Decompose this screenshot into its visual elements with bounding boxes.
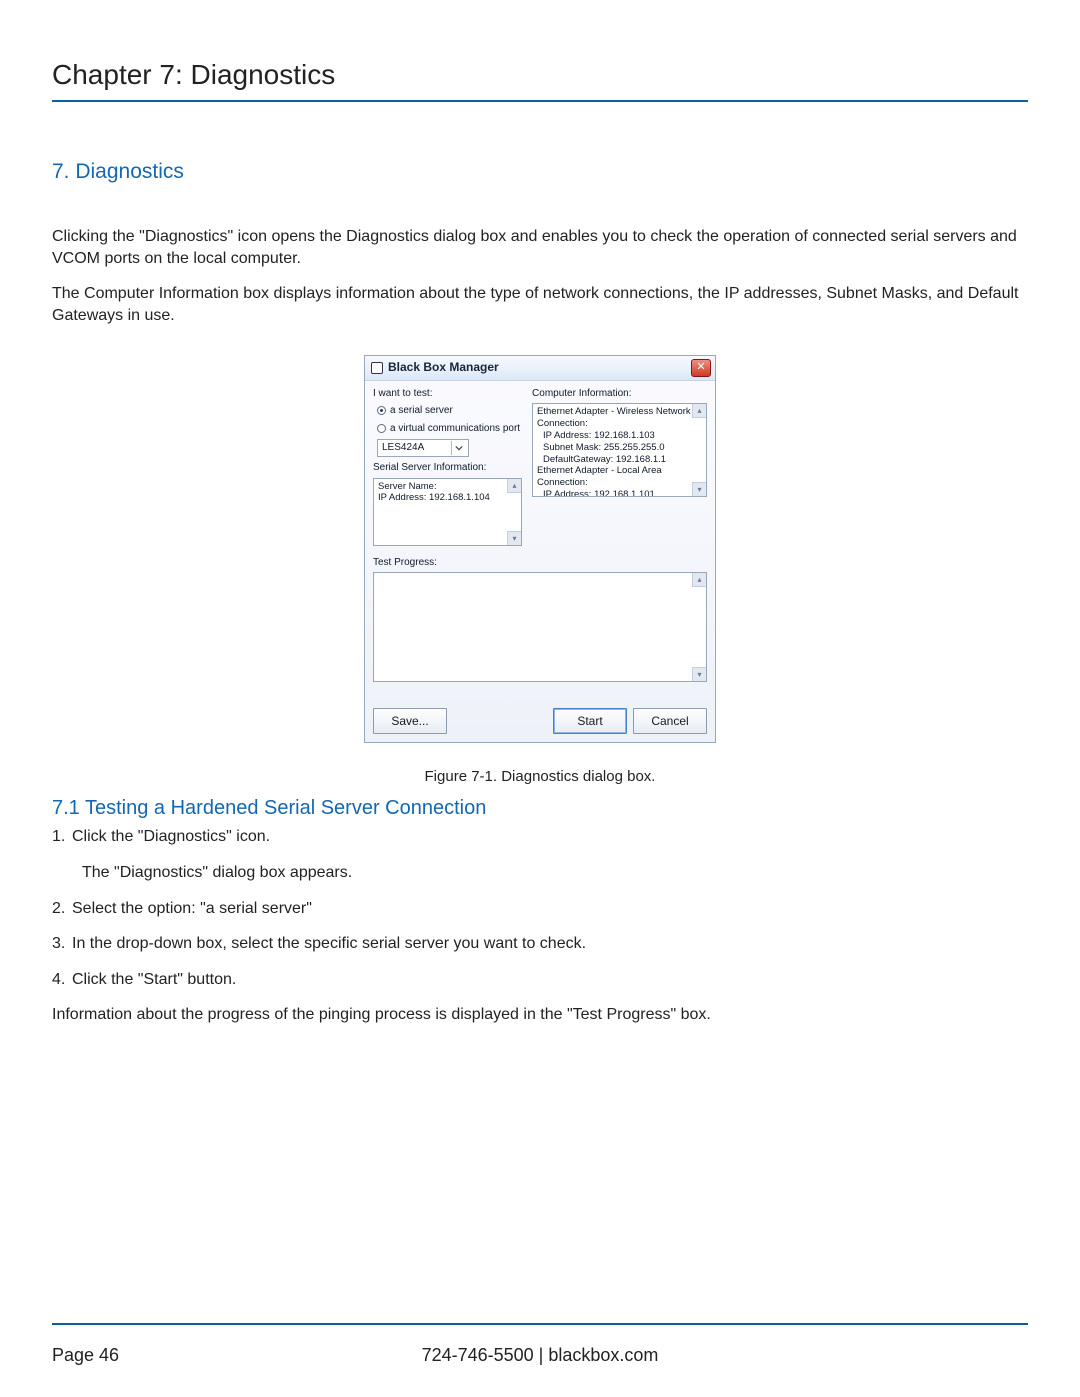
- scroll-down-icon[interactable]: ▾: [692, 482, 706, 496]
- radio-label: a serial server: [390, 404, 453, 418]
- close-icon[interactable]: ✕: [691, 359, 711, 377]
- info-line: Ethernet Adapter - Local Area Connection…: [537, 465, 702, 489]
- start-button[interactable]: Start: [553, 708, 627, 734]
- section-title: 7. Diagnostics: [52, 158, 1028, 186]
- scroll-up-icon[interactable]: ▴: [507, 479, 521, 493]
- radio-label: a virtual communications port: [390, 422, 520, 436]
- step-text: Click the "Diagnostics" icon.: [72, 828, 270, 845]
- serial-server-info-box: Server Name: IP Address: 192.168.1.104 ▴…: [373, 478, 522, 546]
- diagnostics-dialog: Black Box Manager ✕ I want to test: a se…: [364, 355, 716, 744]
- dialog-title: Black Box Manager: [388, 359, 499, 375]
- info-line: IP Address: 192.168.1.101: [537, 489, 702, 497]
- radio-icon: [377, 406, 386, 415]
- steps-list: Click the "Diagnostics" icon. The "Diagn…: [52, 826, 1028, 990]
- step-text: Select the option: "a serial server": [72, 900, 312, 917]
- scroll-up-icon[interactable]: ▴: [692, 404, 706, 418]
- cancel-button[interactable]: Cancel: [633, 708, 707, 734]
- serial-server-info-label: Serial Server Information:: [373, 461, 522, 475]
- body-paragraph: The Computer Information box displays in…: [52, 283, 1028, 326]
- save-button[interactable]: Save...: [373, 708, 447, 734]
- app-icon: [371, 362, 383, 374]
- test-progress-box: ▴ ▾: [373, 572, 707, 682]
- footer-rule: [52, 1323, 1028, 1325]
- body-paragraph: Clicking the "Diagnostics" icon opens th…: [52, 226, 1028, 269]
- info-line: Subnet Mask: 255.255.255.0: [537, 442, 702, 454]
- dialog-titlebar: Black Box Manager ✕: [365, 356, 715, 381]
- i-want-to-test-label: I want to test:: [373, 387, 522, 401]
- computer-info-box: Ethernet Adapter - Wireless Network Conn…: [532, 403, 707, 497]
- scroll-down-icon[interactable]: ▾: [692, 667, 706, 681]
- step-item: Click the "Diagnostics" icon. The "Diagn…: [52, 826, 1028, 883]
- test-progress-label: Test Progress:: [373, 556, 707, 570]
- step-item: In the drop-down box, select the specifi…: [52, 933, 1028, 955]
- info-line: IP Address: 192.168.1.104: [378, 492, 517, 504]
- scroll-down-icon[interactable]: ▾: [507, 531, 521, 545]
- radio-vcom-port[interactable]: a virtual communications port: [377, 422, 522, 436]
- footer-center: 724-746-5500 | blackbox.com: [52, 1343, 1028, 1367]
- figure-dialog: Black Box Manager ✕ I want to test: a se…: [52, 355, 1028, 744]
- chapter-rule: [52, 100, 1028, 102]
- figure-caption: Figure 7-1. Diagnostics dialog box.: [52, 767, 1028, 787]
- step-item: Click the "Start" button.: [52, 969, 1028, 991]
- server-dropdown[interactable]: LES424A: [377, 439, 469, 457]
- scroll-up-icon[interactable]: ▴: [692, 573, 706, 587]
- radio-serial-server[interactable]: a serial server: [377, 404, 522, 418]
- radio-icon: [377, 424, 386, 433]
- body-paragraph: Information about the progress of the pi…: [52, 1004, 1028, 1026]
- chapter-title: Chapter 7: Diagnostics: [52, 56, 1028, 94]
- subsection-title: 7.1 Testing a Hardened Serial Server Con…: [52, 795, 1028, 822]
- chevron-down-icon: [451, 441, 466, 455]
- info-line: Server Name:: [378, 481, 517, 493]
- page-footer: Page 46 724-746-5500 | blackbox.com .: [52, 1343, 1028, 1367]
- step-text: Click the "Start" button.: [72, 971, 236, 988]
- info-line: Ethernet Adapter - Wireless Network Conn…: [537, 406, 702, 430]
- info-line: DefaultGateway: 192.168.1.1: [537, 454, 702, 466]
- step-subtext: The "Diagnostics" dialog box appears.: [82, 862, 1028, 884]
- step-text: In the drop-down box, select the specifi…: [72, 935, 586, 952]
- step-item: Select the option: "a serial server": [52, 898, 1028, 920]
- info-line: IP Address: 192.168.1.103: [537, 430, 702, 442]
- dropdown-value: LES424A: [382, 441, 424, 455]
- computer-info-label: Computer Information:: [532, 387, 707, 401]
